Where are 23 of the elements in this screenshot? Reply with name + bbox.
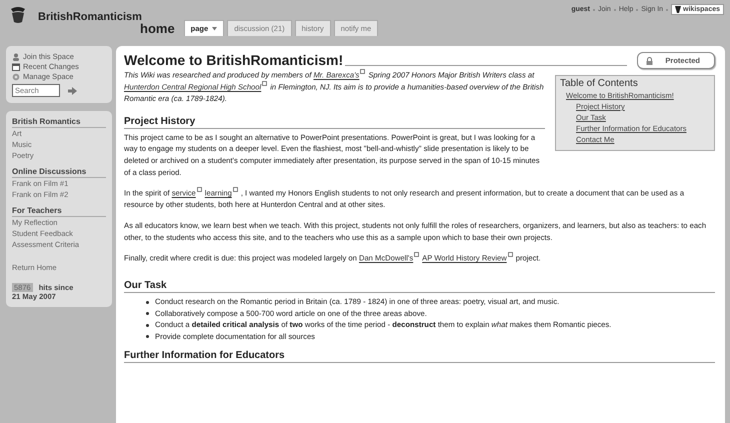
logo-icon xyxy=(8,4,28,24)
external-link-icon xyxy=(262,81,268,86)
external-link-icon xyxy=(414,252,420,258)
settings-icon xyxy=(12,73,20,81)
site-title: BritishRomanticism xyxy=(38,11,142,23)
sidebar-heading: Online Discussions xyxy=(12,167,106,178)
sidebar-heading: British Romantics xyxy=(12,117,106,128)
section-heading: Further Information for Educators xyxy=(124,348,715,363)
calendar-icon xyxy=(12,63,20,71)
lock-icon xyxy=(646,56,654,64)
page-name: home xyxy=(140,21,175,36)
section-heading: Our Task xyxy=(124,279,715,294)
sidebar-heading: For Teachers xyxy=(12,206,106,217)
person-icon xyxy=(12,53,20,61)
external-link-icon xyxy=(508,252,513,258)
external-link-icon xyxy=(360,69,366,74)
toc-title: Table of Contents xyxy=(560,78,639,90)
arrow-icon[interactable] xyxy=(68,86,77,94)
external-link-icon xyxy=(196,187,202,192)
caret-icon xyxy=(212,26,218,30)
page-title: Welcome to BritishRomanticism! xyxy=(124,52,344,69)
section-heading: Project History xyxy=(124,114,545,129)
external-link-icon xyxy=(232,187,238,192)
